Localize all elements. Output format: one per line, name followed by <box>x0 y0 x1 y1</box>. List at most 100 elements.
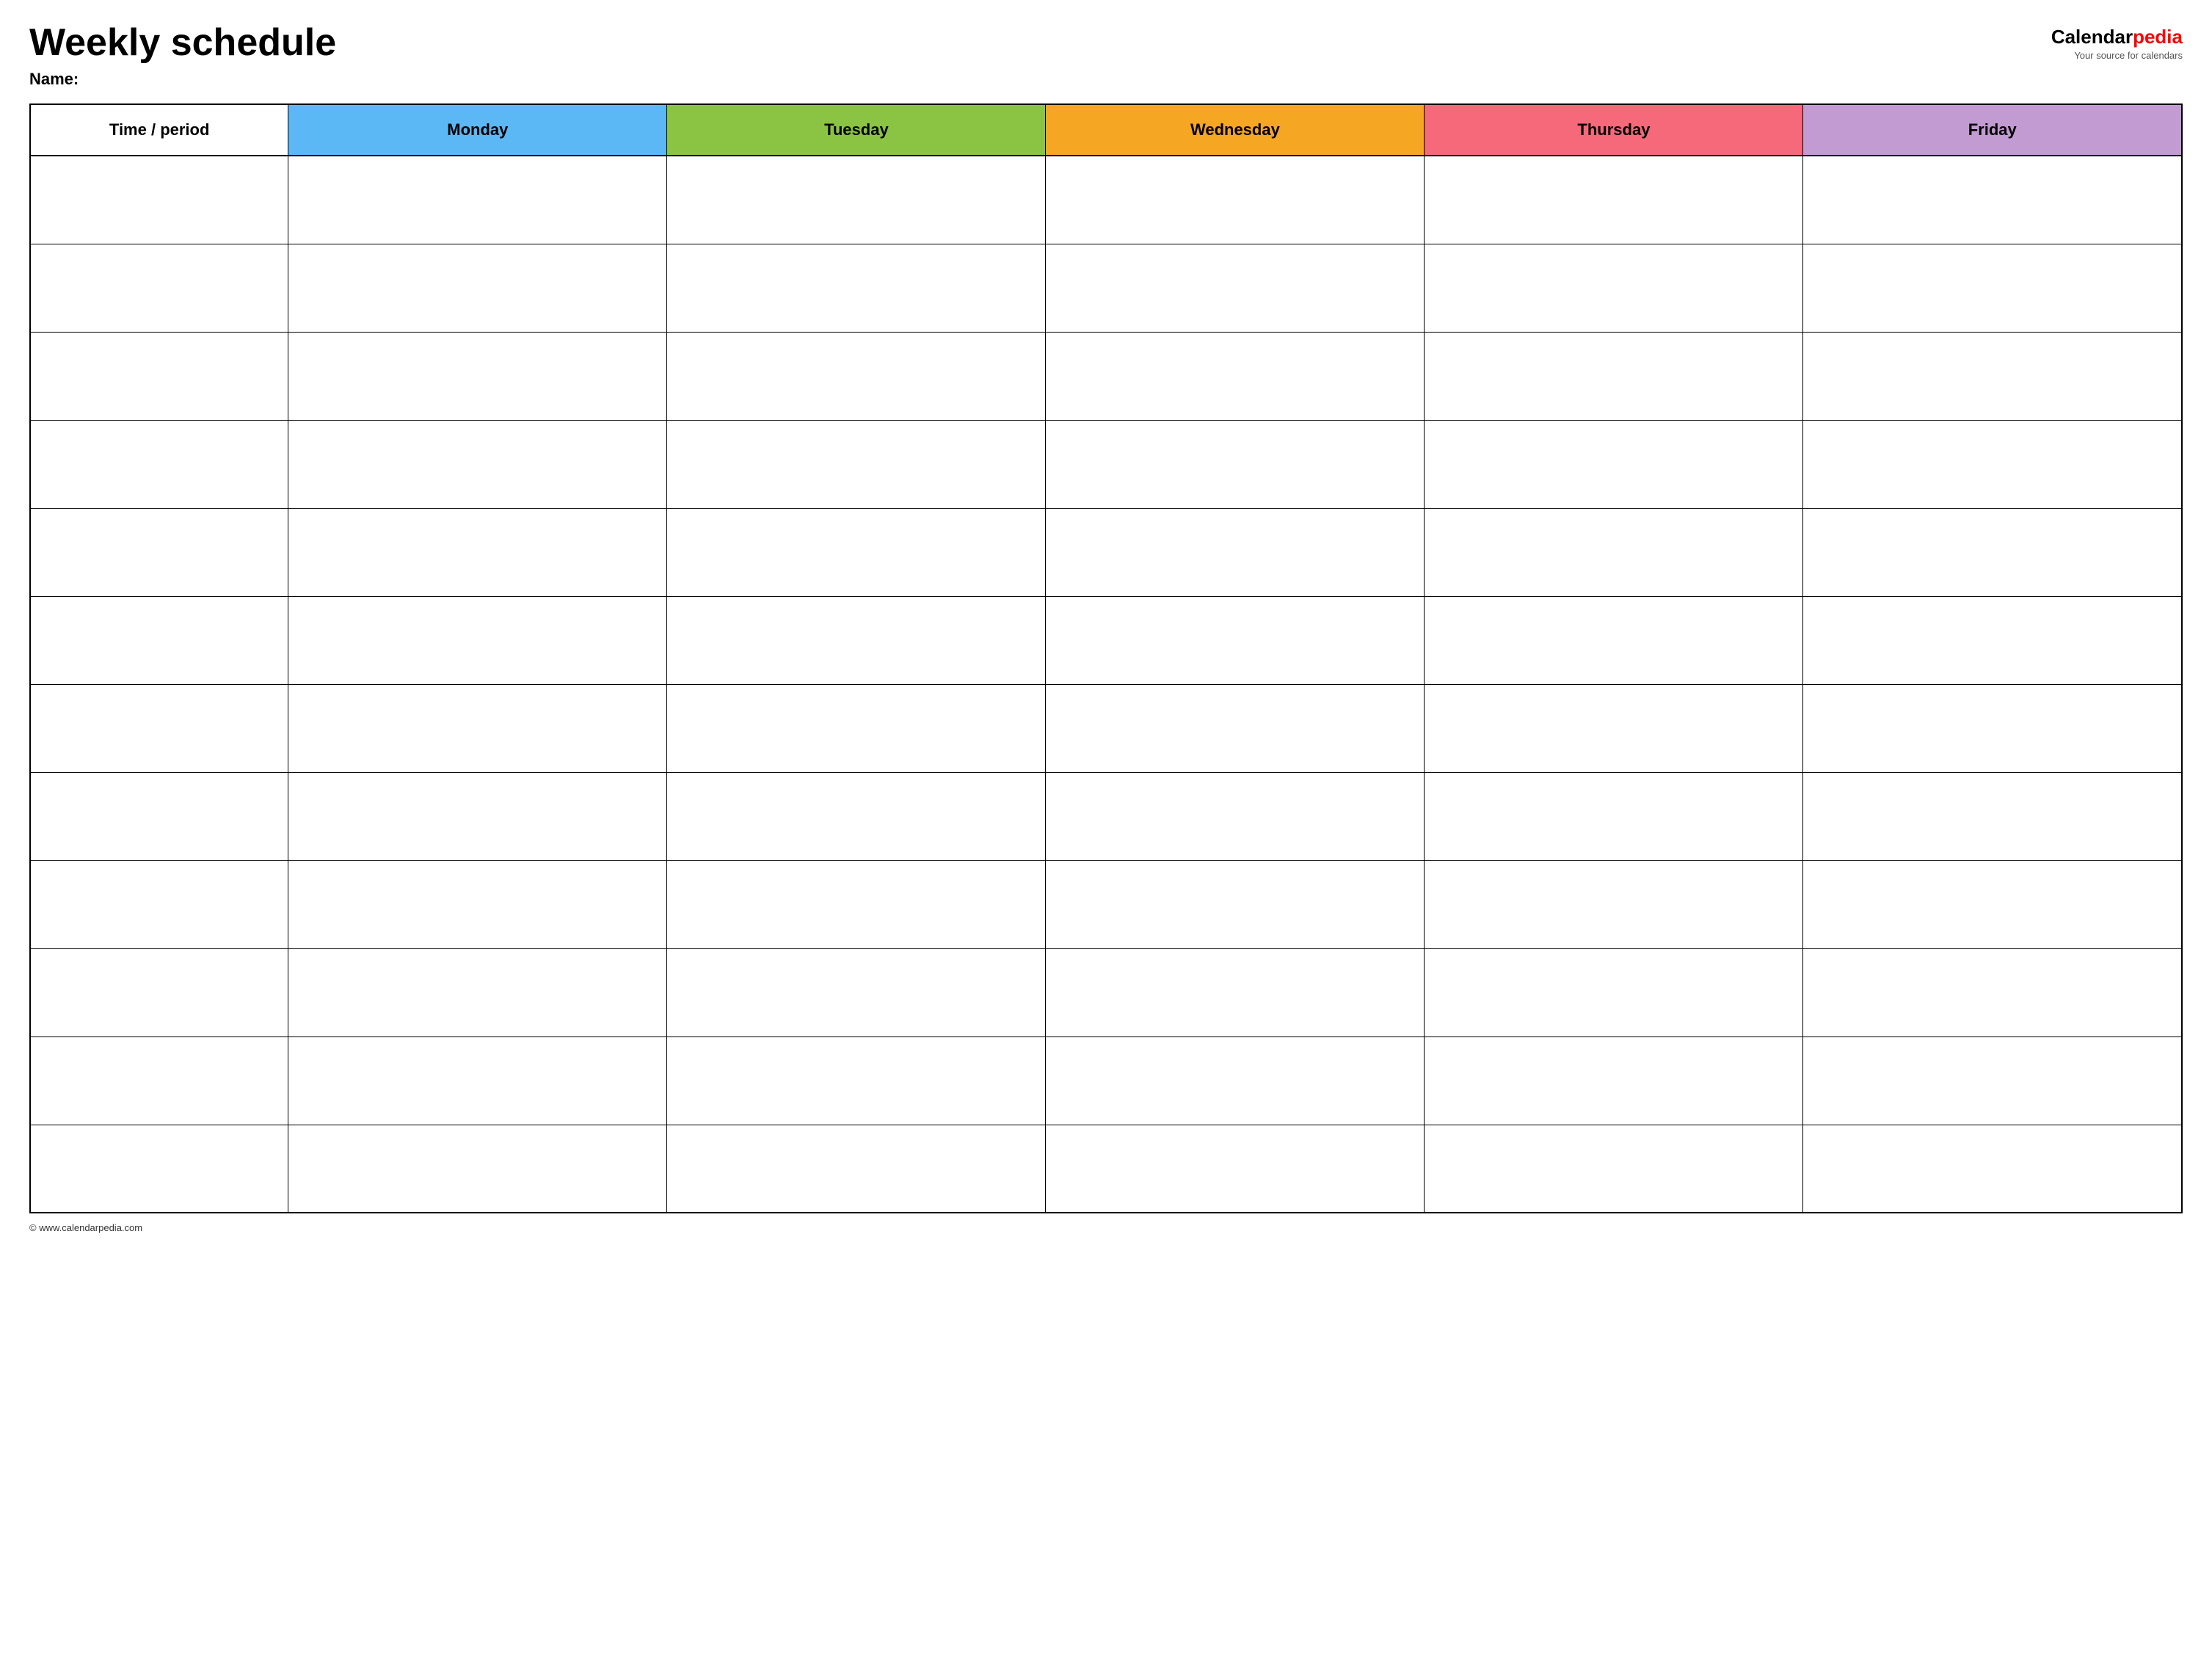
time-cell[interactable] <box>30 332 288 420</box>
schedule-cell[interactable] <box>288 508 667 596</box>
col-header-tuesday: Tuesday <box>667 104 1046 156</box>
schedule-cell[interactable] <box>667 1037 1046 1125</box>
logo-pedia-text: pedia <box>2133 26 2183 48</box>
schedule-cell[interactable] <box>288 156 667 244</box>
schedule-cell[interactable] <box>667 596 1046 684</box>
schedule-cell[interactable] <box>1046 244 1425 332</box>
schedule-cell[interactable] <box>667 244 1046 332</box>
schedule-cell[interactable] <box>1803 156 2182 244</box>
time-cell[interactable] <box>30 156 288 244</box>
col-header-time: Time / period <box>30 104 288 156</box>
schedule-body <box>30 156 2182 1213</box>
schedule-cell[interactable] <box>1425 244 1803 332</box>
schedule-cell[interactable] <box>667 772 1046 860</box>
name-label: Name: <box>29 70 336 89</box>
schedule-cell[interactable] <box>1046 1125 1425 1213</box>
schedule-cell[interactable] <box>1425 596 1803 684</box>
schedule-cell[interactable] <box>1803 684 2182 772</box>
schedule-cell[interactable] <box>288 860 667 948</box>
time-cell[interactable] <box>30 772 288 860</box>
time-cell[interactable] <box>30 948 288 1037</box>
schedule-cell[interactable] <box>1425 684 1803 772</box>
schedule-cell[interactable] <box>1803 860 2182 948</box>
schedule-cell[interactable] <box>1803 332 2182 420</box>
table-row <box>30 332 2182 420</box>
schedule-cell[interactable] <box>1046 156 1425 244</box>
schedule-cell[interactable] <box>667 508 1046 596</box>
schedule-cell[interactable] <box>1046 508 1425 596</box>
schedule-cell[interactable] <box>1425 1125 1803 1213</box>
page-header: Weekly schedule Name: Calendarpedia Your… <box>29 22 2183 89</box>
schedule-cell[interactable] <box>667 332 1046 420</box>
schedule-cell[interactable] <box>667 420 1046 508</box>
table-row <box>30 244 2182 332</box>
schedule-cell[interactable] <box>1046 948 1425 1037</box>
col-header-friday: Friday <box>1803 104 2182 156</box>
schedule-cell[interactable] <box>1803 244 2182 332</box>
table-row <box>30 1037 2182 1125</box>
schedule-cell[interactable] <box>1425 420 1803 508</box>
logo-tagline: Your source for calendars <box>2074 50 2183 61</box>
schedule-cell[interactable] <box>1803 508 2182 596</box>
table-header-row: Time / period Monday Tuesday Wednesday T… <box>30 104 2182 156</box>
logo: Calendarpedia <box>2051 26 2183 48</box>
schedule-cell[interactable] <box>1425 1037 1803 1125</box>
table-row <box>30 156 2182 244</box>
schedule-cell[interactable] <box>288 948 667 1037</box>
time-cell[interactable] <box>30 596 288 684</box>
logo-calendar-text: Calendar <box>2051 26 2133 48</box>
schedule-cell[interactable] <box>1046 772 1425 860</box>
schedule-cell[interactable] <box>1425 860 1803 948</box>
logo-section: Calendarpedia Your source for calendars <box>2051 26 2183 61</box>
schedule-cell[interactable] <box>1425 948 1803 1037</box>
schedule-cell[interactable] <box>1046 684 1425 772</box>
weekly-schedule-table: Time / period Monday Tuesday Wednesday T… <box>29 104 2183 1213</box>
schedule-cell[interactable] <box>1046 420 1425 508</box>
schedule-cell[interactable] <box>667 948 1046 1037</box>
schedule-cell[interactable] <box>1046 332 1425 420</box>
schedule-cell[interactable] <box>1425 772 1803 860</box>
schedule-cell[interactable] <box>1803 1037 2182 1125</box>
time-cell[interactable] <box>30 420 288 508</box>
schedule-cell[interactable] <box>288 1037 667 1125</box>
schedule-cell[interactable] <box>1803 420 2182 508</box>
table-row <box>30 508 2182 596</box>
schedule-cell[interactable] <box>1425 332 1803 420</box>
time-cell[interactable] <box>30 1037 288 1125</box>
schedule-cell[interactable] <box>1803 772 2182 860</box>
schedule-cell[interactable] <box>667 684 1046 772</box>
schedule-cell[interactable] <box>288 596 667 684</box>
time-cell[interactable] <box>30 244 288 332</box>
time-cell[interactable] <box>30 684 288 772</box>
table-row <box>30 772 2182 860</box>
schedule-cell[interactable] <box>288 244 667 332</box>
table-row <box>30 596 2182 684</box>
schedule-cell[interactable] <box>288 420 667 508</box>
page-title: Weekly schedule <box>29 22 336 64</box>
table-row <box>30 948 2182 1037</box>
schedule-cell[interactable] <box>288 332 667 420</box>
col-header-wednesday: Wednesday <box>1046 104 1425 156</box>
schedule-cell[interactable] <box>1425 156 1803 244</box>
footer: © www.calendarpedia.com <box>29 1222 2183 1233</box>
schedule-cell[interactable] <box>288 1125 667 1213</box>
schedule-cell[interactable] <box>288 684 667 772</box>
table-row <box>30 420 2182 508</box>
col-header-monday: Monday <box>288 104 667 156</box>
schedule-cell[interactable] <box>1803 1125 2182 1213</box>
schedule-cell[interactable] <box>1046 1037 1425 1125</box>
time-cell[interactable] <box>30 1125 288 1213</box>
schedule-cell[interactable] <box>1046 596 1425 684</box>
time-cell[interactable] <box>30 860 288 948</box>
schedule-cell[interactable] <box>288 772 667 860</box>
schedule-cell[interactable] <box>667 860 1046 948</box>
schedule-cell[interactable] <box>1803 596 2182 684</box>
time-cell[interactable] <box>30 508 288 596</box>
table-row <box>30 1125 2182 1213</box>
schedule-cell[interactable] <box>667 156 1046 244</box>
footer-url: © www.calendarpedia.com <box>29 1222 142 1233</box>
schedule-cell[interactable] <box>1803 948 2182 1037</box>
schedule-cell[interactable] <box>1425 508 1803 596</box>
schedule-cell[interactable] <box>667 1125 1046 1213</box>
schedule-cell[interactable] <box>1046 860 1425 948</box>
